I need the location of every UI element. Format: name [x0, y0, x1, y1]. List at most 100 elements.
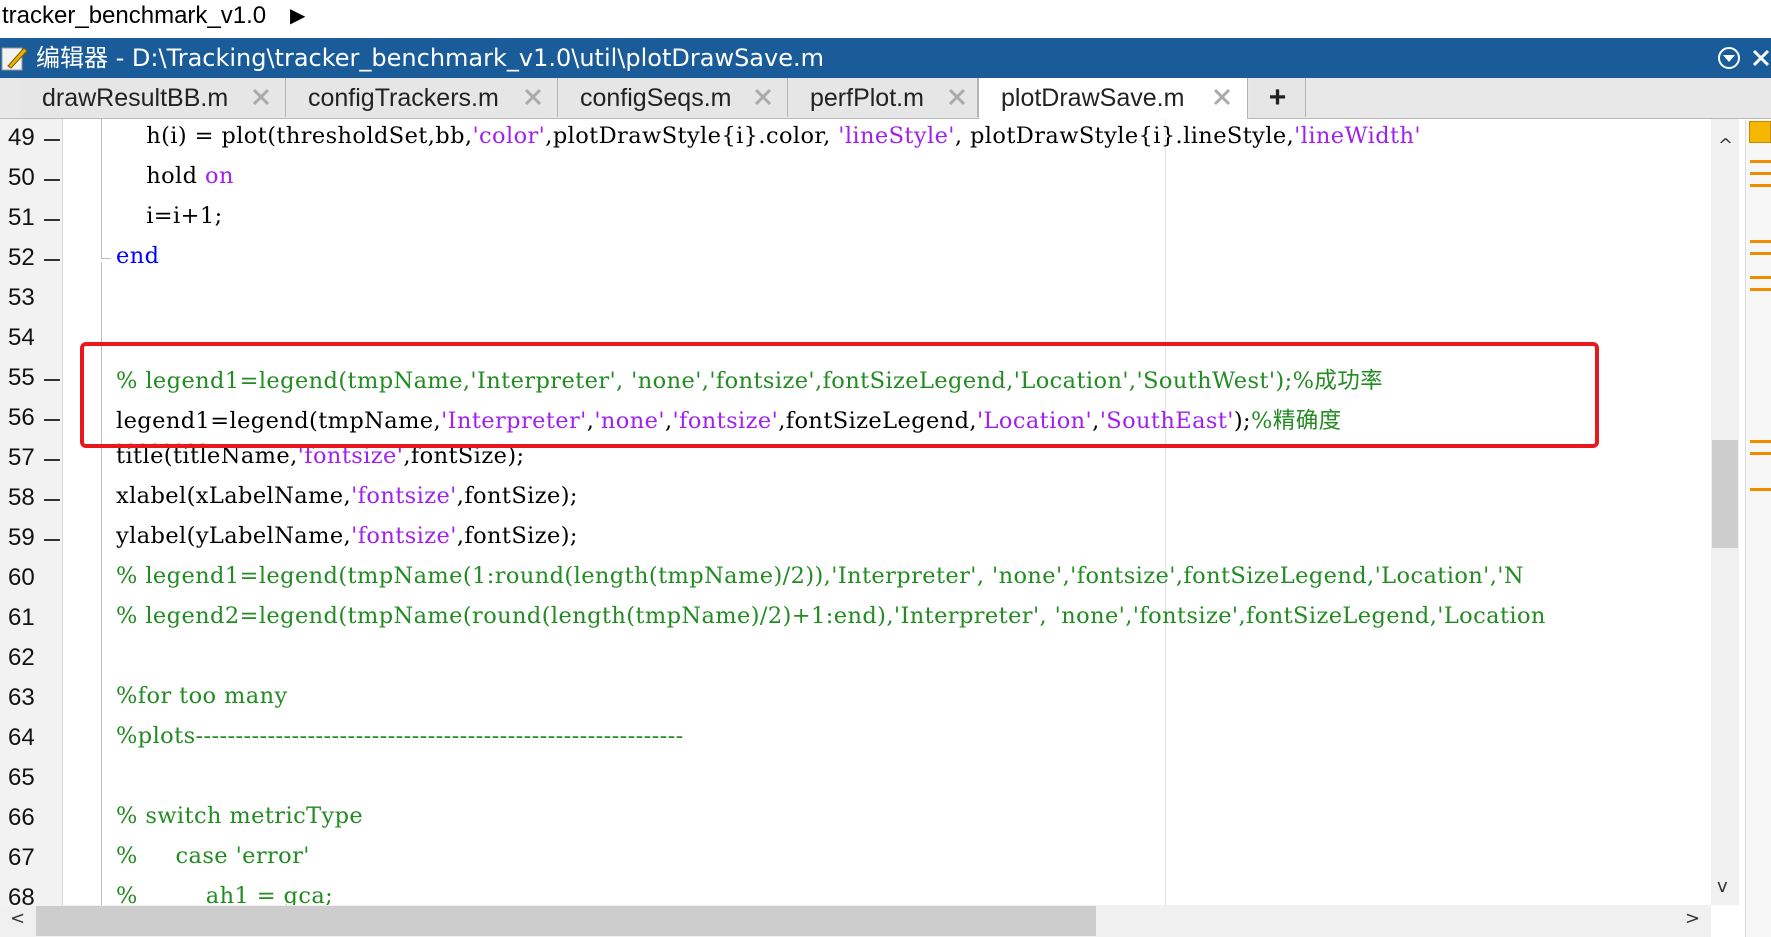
line-number: 49 — [8, 124, 35, 151]
code-token: ,fontSize); — [456, 523, 578, 549]
scroll-down-icon[interactable]: v — [1717, 876, 1728, 897]
breadcrumb-expand-icon[interactable]: ▶ — [290, 0, 305, 32]
breakpoint-dash[interactable] — [44, 219, 60, 221]
code-line[interactable]: % legend2=legend(tmpName(round(length(tm… — [116, 603, 1546, 629]
fold-guide-end — [101, 258, 111, 259]
close-tab-icon[interactable] — [948, 88, 966, 106]
breakpoint-dash[interactable] — [44, 539, 60, 541]
code-line[interactable]: % case 'error' — [116, 843, 310, 869]
warning-marker[interactable] — [1750, 184, 1771, 187]
breakpoint-dash[interactable] — [44, 419, 60, 421]
code-line[interactable]: hold on — [116, 163, 234, 189]
code-token: 'color' — [472, 123, 546, 149]
line-number: 65 — [8, 764, 35, 791]
warning-marker[interactable] — [1750, 488, 1771, 491]
warning-marker[interactable] — [1750, 440, 1771, 443]
code-line[interactable]: h(i) = plot(thresholdSet,bb,'color',plot… — [116, 123, 1421, 149]
tab-plotDrawSave[interactable]: plotDrawSave.m — [978, 78, 1248, 119]
close-tab-icon[interactable] — [252, 88, 270, 106]
tab-bar: drawResultBB.m configTrackers.m configSe… — [0, 78, 1771, 119]
code-token: 'lineStyle' — [838, 123, 955, 149]
breadcrumb[interactable]: tracker_benchmark_v1.0 ▶ — [0, 0, 1771, 34]
code-line[interactable]: %plots----------------------------------… — [116, 723, 684, 749]
code-line[interactable]: i=i+1; — [116, 203, 223, 229]
tab-label: configTrackers.m — [308, 84, 499, 112]
breakpoint-dash[interactable] — [44, 459, 60, 461]
warning-indicator-icon[interactable] — [1749, 121, 1771, 143]
code-line[interactable]: % legend1=legend(tmpName(1:round(length(… — [116, 563, 1524, 589]
breakpoint-dash[interactable] — [44, 139, 60, 141]
highlight-box — [80, 342, 1599, 448]
close-window-icon[interactable] — [1747, 44, 1771, 72]
line-number: 63 — [8, 684, 35, 711]
code-line[interactable]: ylabel(yLabelName,'fontsize',fontSize); — [116, 523, 578, 549]
tab-configSeqs[interactable]: configSeqs.m — [558, 78, 788, 117]
editor-titlebar: 编辑器 - D:\Tracking\tracker_benchmark_v1.0… — [0, 38, 1771, 78]
close-tab-icon[interactable] — [524, 88, 542, 106]
warning-marker[interactable] — [1750, 452, 1771, 455]
horizontal-scroll-thumb[interactable] — [36, 906, 1096, 936]
breakpoint-dash[interactable] — [44, 499, 60, 501]
line-number: 59 — [8, 524, 35, 551]
gutter-divider — [62, 119, 63, 905]
line-number: 64 — [8, 724, 35, 751]
code-token: on — [205, 163, 234, 189]
editor-icon — [1, 47, 28, 71]
breakpoint-dash[interactable] — [44, 379, 60, 381]
warning-marker[interactable] — [1750, 276, 1771, 279]
code-token: % switch metricType — [116, 803, 364, 829]
breadcrumb-path[interactable]: tracker_benchmark_v1.0 — [2, 0, 266, 32]
scroll-up-icon[interactable]: ^ — [1718, 135, 1733, 156]
code-token: xlabel(xLabelName, — [116, 483, 352, 509]
code-token: , plotDrawStyle{i}.lineStyle, — [954, 123, 1295, 149]
tab-perfPlot[interactable]: perfPlot.m — [788, 78, 978, 117]
code-token: 'fontsize' — [351, 523, 457, 549]
warning-marker[interactable] — [1750, 160, 1771, 163]
code-token: 'lineWidth' — [1294, 123, 1421, 149]
code-token: ylabel(yLabelName, — [116, 523, 352, 549]
line-number: 55 — [8, 364, 35, 391]
vertical-scroll-thumb[interactable] — [1712, 440, 1738, 548]
breakpoint-dash[interactable] — [44, 179, 60, 181]
scroll-right-icon[interactable]: > — [1685, 908, 1700, 929]
code-token: end — [116, 243, 160, 269]
warning-marker[interactable] — [1750, 288, 1771, 291]
line-number: 51 — [8, 204, 35, 231]
code-line[interactable]: end — [116, 243, 159, 269]
code-line[interactable]: % switch metricType — [116, 803, 363, 829]
warning-marker[interactable] — [1750, 252, 1771, 255]
close-tab-icon[interactable] — [754, 88, 772, 106]
code-line[interactable]: xlabel(xLabelName,'fontsize',fontSize); — [116, 483, 578, 509]
code-token: hold — [116, 163, 205, 189]
code-line[interactable]: %for too many — [116, 683, 288, 709]
line-number: 52 — [8, 244, 35, 271]
line-number: 66 — [8, 804, 35, 831]
code-token: ,plotDrawStyle{i}.color, — [545, 123, 839, 149]
line-number: 58 — [8, 484, 35, 511]
right-margin-guide — [1165, 119, 1166, 905]
code-token: % case 'error' — [116, 843, 310, 869]
tab-label: plotDrawSave.m — [1001, 84, 1185, 112]
line-number: 56 — [8, 404, 35, 431]
code-token: %for too many — [116, 683, 288, 709]
tab-configTrackers[interactable]: configTrackers.m — [286, 78, 558, 117]
line-number: 53 — [8, 284, 35, 311]
window-menu-icon[interactable] — [1715, 44, 1743, 72]
code-token: % legend2=legend(tmpName(round(length(tm… — [116, 603, 1546, 629]
new-tab-button[interactable]: + — [1250, 78, 1306, 117]
warning-marker[interactable] — [1750, 240, 1771, 243]
warning-marker[interactable] — [1750, 172, 1771, 175]
close-tab-icon[interactable] — [1213, 88, 1231, 106]
code-token: i=i+1; — [116, 203, 223, 229]
tab-drawResultBB[interactable]: drawResultBB.m — [20, 78, 286, 117]
tab-label: configSeqs.m — [580, 84, 732, 112]
scroll-left-icon[interactable]: < — [10, 908, 25, 929]
code-token: h(i) = plot(thresholdSet,bb, — [116, 123, 473, 149]
fold-guide — [101, 119, 102, 259]
window-title: 编辑器 - D:\Tracking\tracker_benchmark_v1.0… — [36, 44, 824, 72]
code-token: ,fontSize); — [456, 483, 578, 509]
code-token: % legend1=legend(tmpName(1:round(length(… — [116, 563, 1524, 589]
breakpoint-dash[interactable] — [44, 259, 60, 261]
tab-label: perfPlot.m — [810, 84, 924, 112]
line-number: 60 — [8, 564, 35, 591]
